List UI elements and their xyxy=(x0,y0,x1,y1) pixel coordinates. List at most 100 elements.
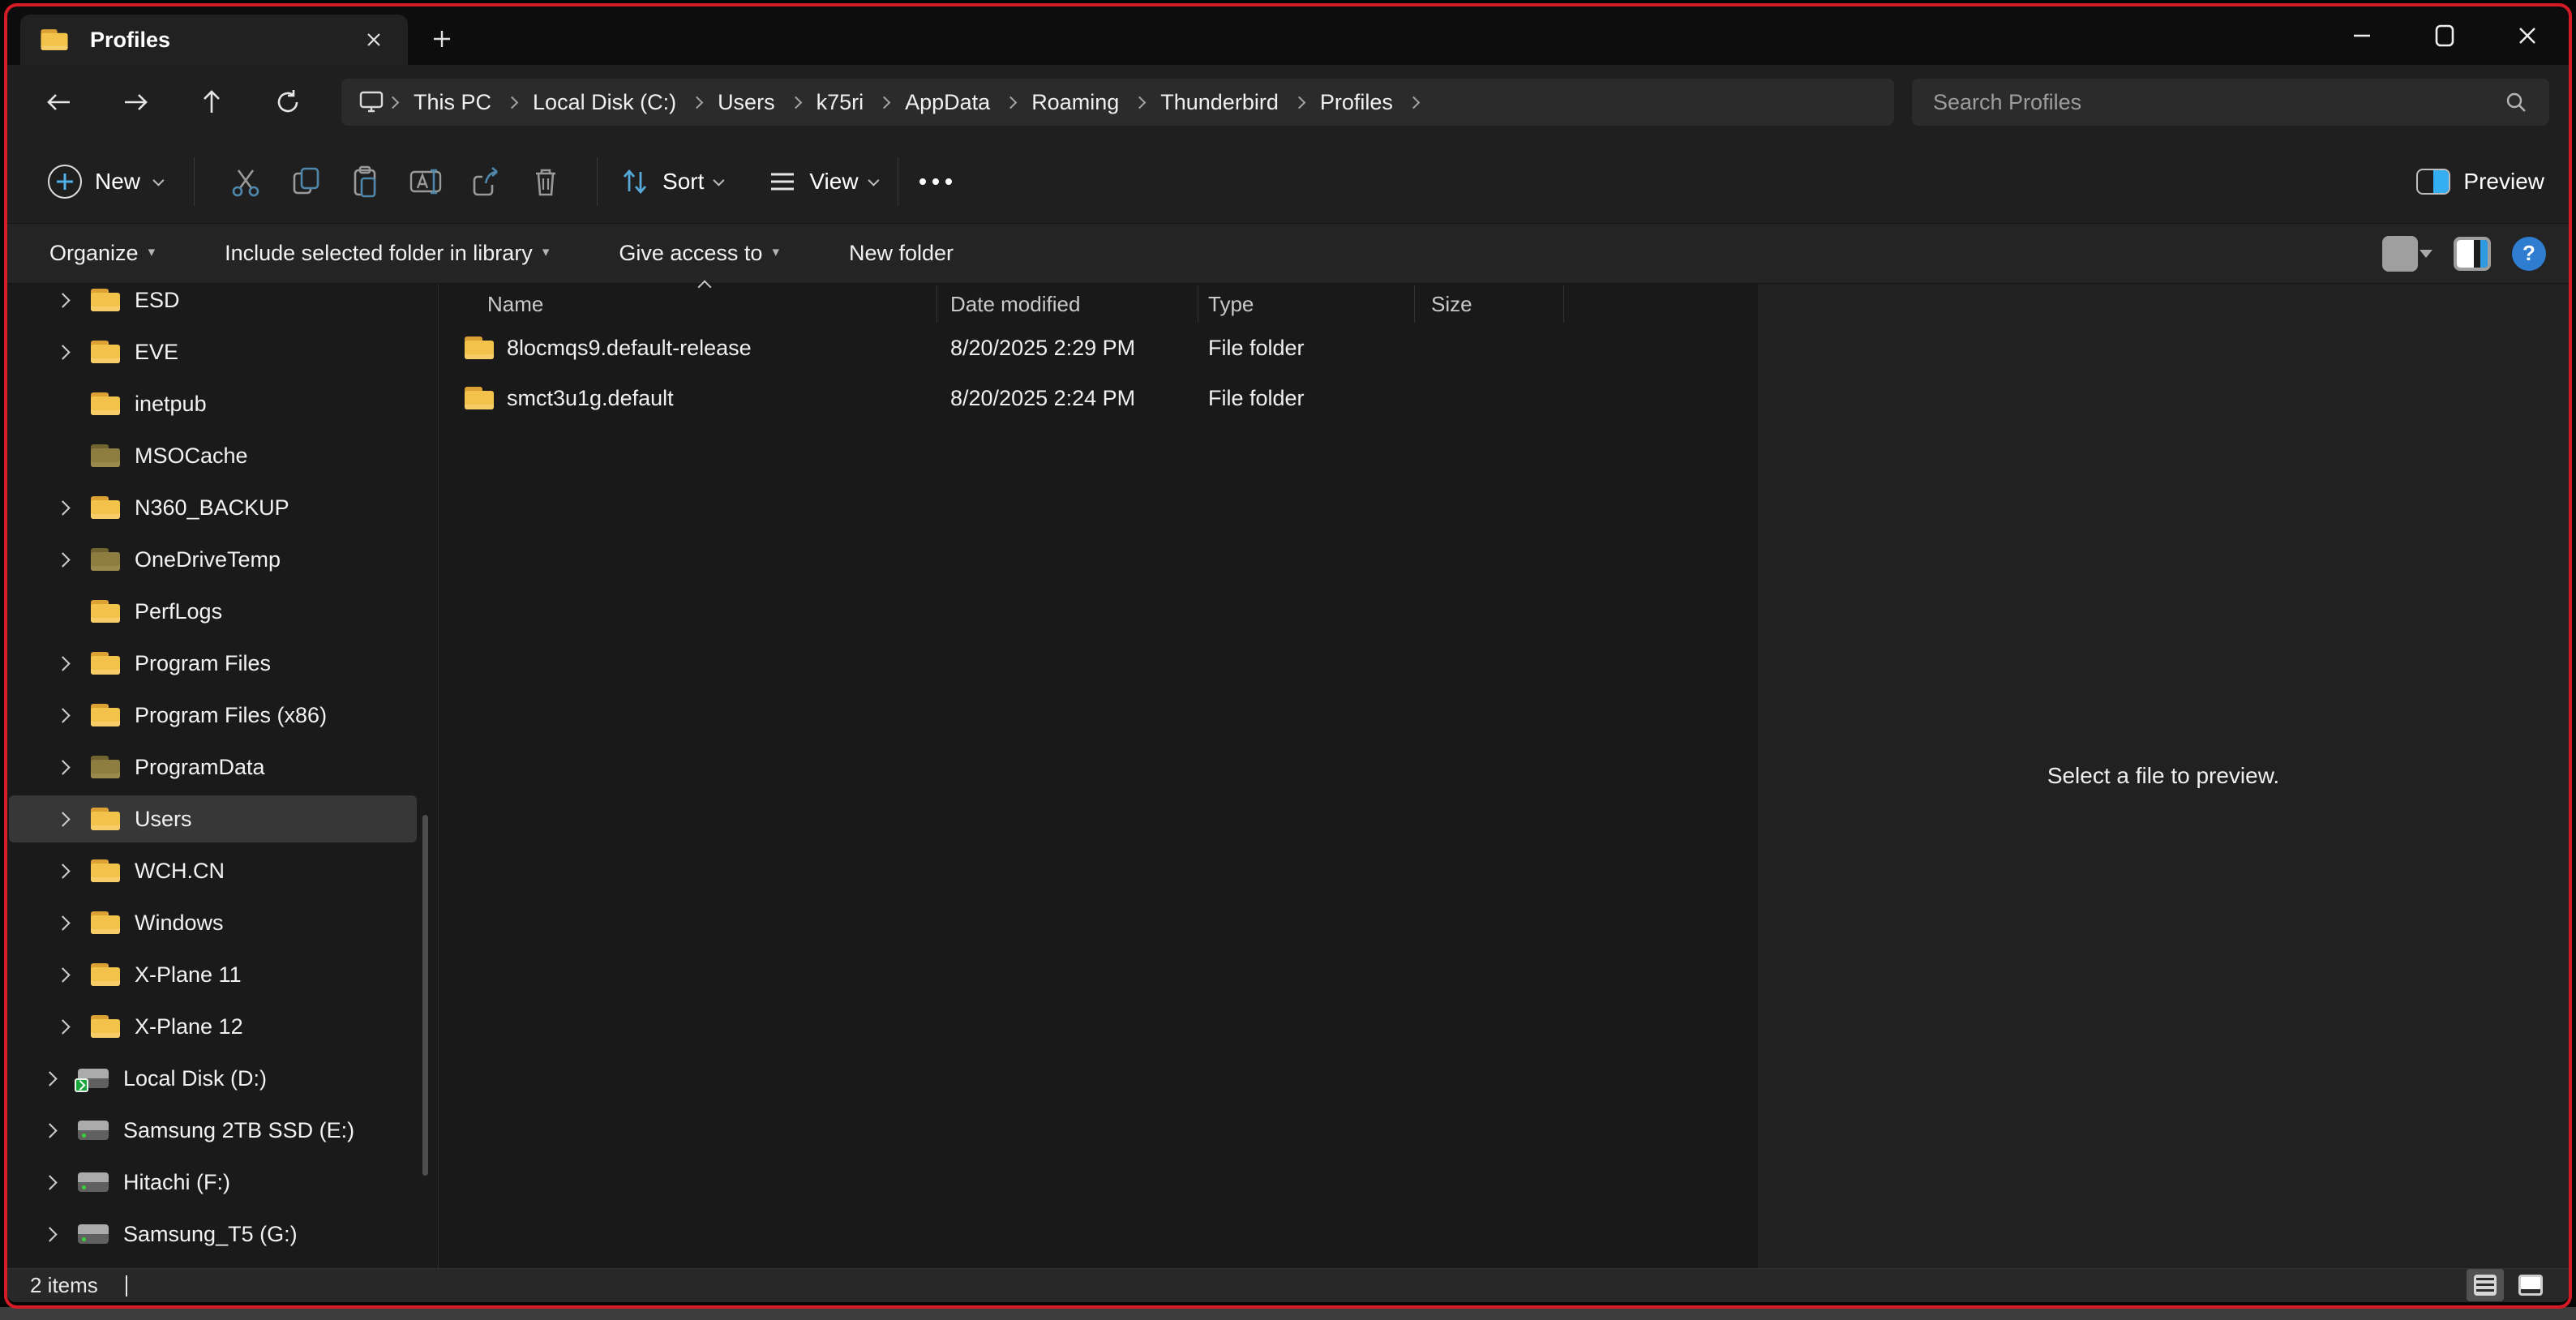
include-in-library-button[interactable]: Include selected folder in library ▾ xyxy=(225,241,549,266)
file-row-8locmqs9[interactable]: 8locmqs9.default-release 8/20/2025 2:29 … xyxy=(439,323,1758,373)
chevron-expand-icon[interactable] xyxy=(42,1227,57,1241)
sidebar-item-eve[interactable]: EVE xyxy=(7,326,438,378)
preview-toggle[interactable]: Preview xyxy=(2416,169,2544,195)
drive-shared-icon xyxy=(78,1068,109,1089)
breadcrumb-local-disk-c[interactable]: Local Disk (C:) xyxy=(520,90,689,115)
cut-button[interactable] xyxy=(216,153,276,210)
rename-button[interactable] xyxy=(396,153,456,210)
chevron-expand-icon[interactable] xyxy=(55,1019,70,1034)
preview-pane-toggle[interactable] xyxy=(2454,237,2491,271)
chevron-expand-icon[interactable] xyxy=(55,864,70,878)
paste-button[interactable] xyxy=(336,153,396,210)
sidebar-item-program-files[interactable]: Program Files xyxy=(7,637,438,689)
breadcrumb-thunderbird[interactable]: Thunderbird xyxy=(1147,90,1292,115)
chevron-expand-icon[interactable] xyxy=(55,500,70,515)
sidebar-item-onedrivetemp[interactable]: OneDriveTemp xyxy=(7,534,438,585)
sort-button[interactable]: Sort xyxy=(619,165,722,198)
more-options-icon[interactable] xyxy=(919,178,926,185)
chevron-expand-icon[interactable] xyxy=(55,708,70,722)
chevron-expand-icon[interactable] xyxy=(55,552,70,567)
close-button[interactable] xyxy=(2509,17,2546,54)
breadcrumb-roaming[interactable]: Roaming xyxy=(1018,90,1132,115)
dropdown-arrow-icon: ▾ xyxy=(542,244,550,260)
include-label: Include selected folder in library xyxy=(225,241,533,266)
back-icon[interactable] xyxy=(36,79,82,125)
explorer-tab[interactable]: Profiles xyxy=(20,15,408,65)
sidebar-scrollbar[interactable] xyxy=(422,815,428,1176)
thumbnails-view-button[interactable] xyxy=(2512,1269,2549,1301)
sidebar-item-esd[interactable]: ESD xyxy=(7,284,438,326)
sidebar-item-x-plane-11[interactable]: X-Plane 11 xyxy=(7,949,438,1001)
refresh-icon[interactable] xyxy=(265,79,311,125)
sidebar-item-n360-backup[interactable]: N360_BACKUP xyxy=(7,482,438,534)
chevron-expand-icon[interactable] xyxy=(42,1071,57,1086)
share-icon xyxy=(468,164,504,199)
breadcrumb-users[interactable]: Users xyxy=(705,90,788,115)
sidebar-item-hitachi-f[interactable]: Hitachi (F:) xyxy=(7,1156,438,1208)
folder-icon xyxy=(41,29,67,50)
trash-icon xyxy=(528,164,564,199)
sidebar-item-inetpub[interactable]: inetpub xyxy=(7,378,438,430)
sidebar-item-local-disk-d[interactable]: Local Disk (D:) xyxy=(7,1052,438,1104)
search-input[interactable]: Search Profiles xyxy=(1912,79,2549,126)
chevron-expand-icon[interactable] xyxy=(42,1175,57,1189)
help-button[interactable]: ? xyxy=(2512,237,2546,271)
chevron-down-icon xyxy=(152,174,164,186)
column-header-type[interactable]: Type xyxy=(1198,285,1415,323)
chevron-expand-icon[interactable] xyxy=(55,760,70,774)
sidebar-item-perflogs[interactable]: PerfLogs xyxy=(7,585,438,637)
sidebar-item-windows[interactable]: Windows xyxy=(7,897,438,949)
tab-close-icon[interactable] xyxy=(358,24,390,56)
sidebar-item-programdata[interactable]: ProgramData xyxy=(7,741,438,793)
share-button[interactable] xyxy=(456,153,516,210)
sidebar-item-msocache[interactable]: MSOCache xyxy=(7,430,438,482)
status-divider xyxy=(126,1275,127,1296)
search-icon[interactable] xyxy=(2504,90,2528,114)
breadcrumb-appdata[interactable]: AppData xyxy=(892,90,1003,115)
file-row-smct3u1g[interactable]: smct3u1g.default 8/20/2025 2:24 PM File … xyxy=(439,373,1758,423)
organize-label: Organize xyxy=(49,241,139,266)
sidebar-item-samsung-t5-g[interactable]: Samsung_T5 (G:) xyxy=(7,1208,438,1260)
chevron-expand-icon[interactable] xyxy=(42,1123,57,1138)
delete-button[interactable] xyxy=(516,153,576,210)
sidebar-item-program-files-x86[interactable]: Program Files (x86) xyxy=(7,689,438,741)
sidebar-item-users[interactable]: Users xyxy=(7,793,438,845)
up-icon[interactable] xyxy=(189,79,234,125)
column-header-name[interactable]: Name xyxy=(439,285,937,323)
breadcrumb-this-pc[interactable]: This PC xyxy=(401,90,504,115)
column-headers: Name Date modified Type Size xyxy=(439,285,1758,323)
sidebar-item-samsung-2tb-ssd-e[interactable]: Samsung 2TB SSD (E:) xyxy=(7,1104,438,1156)
column-header-size[interactable]: Size xyxy=(1415,285,1564,323)
chevron-expand-icon[interactable] xyxy=(55,656,70,671)
organize-button[interactable]: Organize ▾ xyxy=(49,241,155,266)
give-access-button[interactable]: Give access to ▾ xyxy=(619,241,779,266)
new-tab-button[interactable] xyxy=(422,19,461,58)
breadcrumb-profiles[interactable]: Profiles xyxy=(1307,90,1406,115)
folder-icon xyxy=(91,963,120,986)
chevron-expand-icon[interactable] xyxy=(55,293,70,307)
chevron-expand-icon[interactable] xyxy=(55,967,70,982)
view-icon xyxy=(767,166,798,197)
chevron-expand-icon[interactable] xyxy=(55,812,70,826)
chevron-right-icon xyxy=(387,96,400,109)
new-folder-button[interactable]: New folder xyxy=(849,241,954,266)
sidebar-item-x-plane-12[interactable]: X-Plane 12 xyxy=(7,1001,438,1052)
details-view-button[interactable] xyxy=(2467,1269,2504,1301)
change-view-button[interactable] xyxy=(2382,236,2432,272)
chevron-expand-icon[interactable] xyxy=(55,345,70,359)
divider xyxy=(597,157,598,206)
thumbnails-view-icon xyxy=(2518,1275,2543,1296)
new-folder-label: New folder xyxy=(849,241,954,266)
minimize-button[interactable] xyxy=(2343,17,2381,54)
copy-button[interactable] xyxy=(276,153,336,210)
file-list: Name Date modified Type Size 8locmqs9.de… xyxy=(439,284,1758,1268)
file-date-modified: 8/20/2025 2:29 PM xyxy=(937,336,1198,361)
chevron-expand-icon[interactable] xyxy=(55,915,70,930)
column-header-date-modified[interactable]: Date modified xyxy=(937,285,1198,323)
forward-icon[interactable] xyxy=(113,79,158,125)
new-button[interactable]: New xyxy=(36,156,173,207)
maximize-button[interactable] xyxy=(2426,17,2463,54)
sidebar-item-wch-cn[interactable]: WCH.CN xyxy=(7,845,438,897)
breadcrumb-k75ri[interactable]: k75ri xyxy=(804,90,877,115)
view-button[interactable]: View xyxy=(767,166,876,197)
